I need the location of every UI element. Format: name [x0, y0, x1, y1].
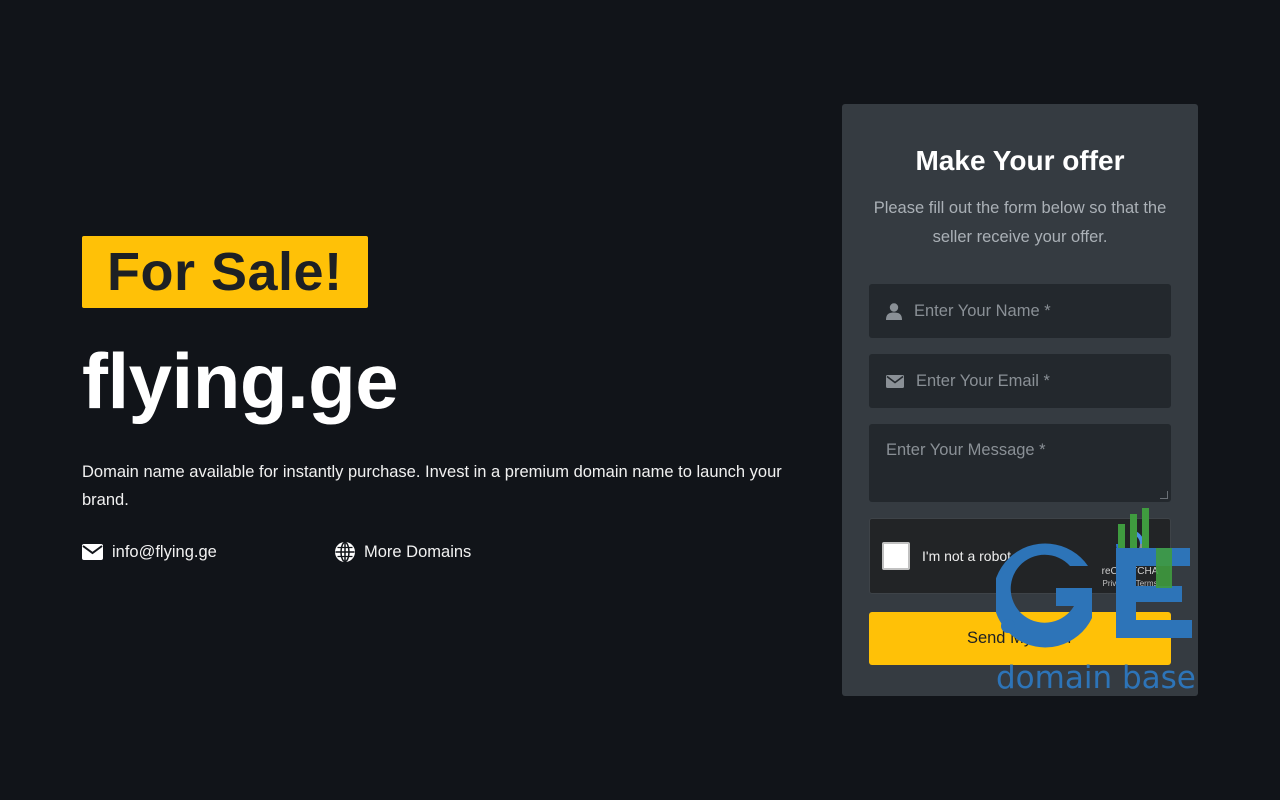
email-input-placeholder: Enter Your Email * [916, 371, 1050, 390]
recaptcha-links[interactable]: Privacy - Terms [1100, 579, 1160, 588]
name-input[interactable]: Enter Your Name * [869, 284, 1171, 338]
envelope-icon [886, 374, 904, 388]
contact-links: info@flying.ge More Domains [82, 542, 782, 562]
globe-icon [335, 542, 355, 562]
user-icon [886, 302, 902, 320]
recaptcha-widget: I'm not a robot reCAPTCHA Privacy - Term… [869, 518, 1171, 594]
more-domains-label: More Domains [364, 542, 472, 561]
message-textarea[interactable]: Enter Your Message * [869, 424, 1171, 502]
form-subtitle: Please fill out the form below so that t… [873, 199, 1167, 246]
hero-section: For Sale! flying.ge Domain name availabl… [82, 236, 782, 562]
recaptcha-brand: reCAPTCHA [1101, 566, 1159, 577]
message-textarea-placeholder: Enter Your Message * [886, 441, 1046, 459]
form-title: Make Your offer [915, 145, 1125, 176]
recaptcha-label: I'm not a robot [922, 548, 1012, 564]
name-input-placeholder: Enter Your Name * [914, 301, 1051, 320]
domain-description: Domain name available for instantly purc… [82, 463, 782, 509]
textarea-resize-handle[interactable] [1160, 491, 1168, 499]
recaptcha-icon [1116, 530, 1144, 558]
send-offer-button[interactable]: Send My Offer [869, 612, 1171, 665]
recaptcha-logo: reCAPTCHA Privacy - Terms [1100, 529, 1160, 588]
email-input[interactable]: Enter Your Email * [869, 354, 1171, 408]
email-link-label: info@flying.ge [112, 542, 217, 561]
for-sale-badge: For Sale! [82, 236, 368, 308]
domain-name-heading: flying.ge [82, 337, 399, 425]
envelope-icon [82, 544, 103, 560]
more-domains-link[interactable]: More Domains [335, 542, 471, 562]
offer-form-card: Make Your offer Please fill out the form… [842, 104, 1198, 696]
recaptcha-checkbox[interactable] [882, 542, 910, 570]
email-link[interactable]: info@flying.ge [82, 542, 335, 562]
